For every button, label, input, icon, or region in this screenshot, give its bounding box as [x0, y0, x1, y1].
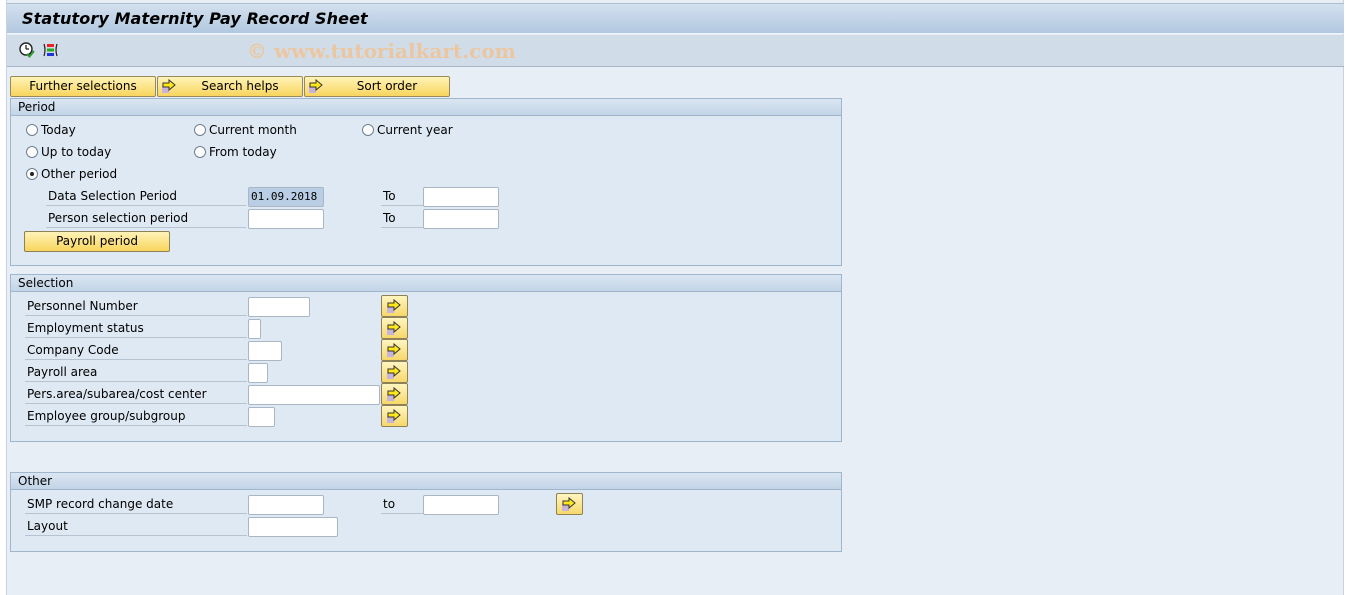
- payroll-period-button[interactable]: Payroll period: [24, 231, 170, 252]
- radio-label: Current year: [377, 123, 453, 137]
- search-helps-button[interactable]: Search helps: [157, 76, 303, 97]
- company-code-input[interactable]: [248, 341, 282, 361]
- radio-circle: [26, 124, 38, 136]
- to-label: to: [381, 494, 423, 514]
- selection-group: Selection Personnel Number Employment st…: [10, 274, 842, 442]
- smp-multiple-selection-button[interactable]: [556, 493, 583, 515]
- radio-label: From today: [209, 145, 277, 159]
- employment-status-input[interactable]: [248, 319, 261, 339]
- smp-record-change-date-label: SMP record change date: [25, 494, 247, 514]
- execute-icon[interactable]: [18, 41, 36, 59]
- radio-circle-selected: [26, 168, 38, 180]
- to-label: To: [381, 186, 423, 206]
- radio-circle: [362, 124, 374, 136]
- smp-record-change-date-from-input[interactable]: [248, 495, 324, 515]
- further-selections-button[interactable]: Further selections: [10, 76, 156, 97]
- person-selection-from-input[interactable]: [248, 209, 324, 229]
- radio-label: Up to today: [41, 145, 112, 159]
- employment-status-multiple-selection-button[interactable]: [381, 317, 408, 339]
- pers-area-label: Pers.area/subarea/cost center: [25, 384, 247, 404]
- period-group: Period Today Current month Current year …: [10, 98, 842, 266]
- payroll-area-input[interactable]: [248, 363, 268, 383]
- other-header: Other: [11, 473, 841, 490]
- radio-circle: [26, 146, 38, 158]
- arrow-right-icon: [387, 409, 401, 423]
- selection-header: Selection: [11, 275, 841, 292]
- personnel-number-input[interactable]: [248, 297, 310, 317]
- sort-order-button[interactable]: Sort order: [304, 76, 450, 97]
- radio-label: Current month: [209, 123, 297, 137]
- personnel-number-multiple-selection-button[interactable]: [381, 295, 408, 317]
- radio-current-month[interactable]: Current month: [194, 123, 297, 137]
- title-bar: Statutory Maternity Pay Record Sheet: [7, 3, 1344, 34]
- search-helps-label: Search helps: [201, 79, 279, 93]
- radio-label: Today: [41, 123, 76, 137]
- arrow-right-icon: [387, 343, 401, 357]
- radio-up-to-today[interactable]: Up to today: [26, 145, 111, 159]
- application-toolbar: © www.tutorialkart.com: [7, 35, 1344, 67]
- payroll-area-multiple-selection-button[interactable]: [381, 361, 408, 383]
- radio-circle: [194, 124, 206, 136]
- period-header: Period: [11, 99, 841, 116]
- radio-current-year[interactable]: Current year: [362, 123, 453, 137]
- sort-order-label: Sort order: [356, 79, 418, 93]
- arrow-right-icon: [387, 365, 401, 379]
- radio-other-period[interactable]: Other period: [26, 167, 117, 181]
- employee-group-multiple-selection-button[interactable]: [381, 405, 408, 427]
- radio-today[interactable]: Today: [26, 123, 76, 137]
- employment-status-label: Employment status: [25, 318, 247, 338]
- sap-window: Statutory Maternity Pay Record Sheet © w…: [6, 0, 1344, 595]
- employee-group-input[interactable]: [248, 407, 275, 427]
- data-selection-period-label: Data Selection Period: [46, 186, 246, 206]
- watermark-text: © www.tutorialkart.com: [247, 39, 516, 63]
- radio-from-today[interactable]: From today: [194, 145, 277, 159]
- further-selections-label: Further selections: [29, 79, 137, 93]
- payroll-area-label: Payroll area: [25, 362, 247, 382]
- pers-area-multiple-selection-button[interactable]: [381, 383, 408, 405]
- arrow-right-icon: [387, 299, 401, 313]
- payroll-period-label: Payroll period: [56, 234, 138, 248]
- to-label: To: [381, 208, 423, 228]
- person-selection-to-input[interactable]: [423, 209, 499, 229]
- person-selection-period-label: Person selection period: [46, 208, 246, 228]
- company-code-label: Company Code: [25, 340, 247, 360]
- get-variant-icon[interactable]: [42, 41, 60, 59]
- smp-record-change-date-to-input[interactable]: [423, 495, 499, 515]
- arrow-right-icon: [387, 321, 401, 335]
- layout-label: Layout: [25, 516, 247, 536]
- radio-label: Other period: [41, 167, 118, 181]
- page-title: Statutory Maternity Pay Record Sheet: [22, 9, 368, 28]
- arrow-right-icon: [162, 78, 178, 99]
- data-selection-from-input[interactable]: 01.09.2018: [248, 187, 324, 207]
- arrow-right-icon: [562, 497, 576, 511]
- arrow-right-icon: [387, 387, 401, 401]
- personnel-number-label: Personnel Number: [25, 296, 247, 316]
- other-group: Other SMP record change date to Layout: [10, 472, 842, 552]
- data-selection-to-input[interactable]: [423, 187, 499, 207]
- employee-group-label: Employee group/subgroup: [25, 406, 247, 426]
- radio-circle: [194, 146, 206, 158]
- arrow-right-icon: [309, 78, 325, 99]
- pers-area-input[interactable]: [248, 385, 380, 405]
- company-code-multiple-selection-button[interactable]: [381, 339, 408, 361]
- layout-input[interactable]: [248, 517, 338, 537]
